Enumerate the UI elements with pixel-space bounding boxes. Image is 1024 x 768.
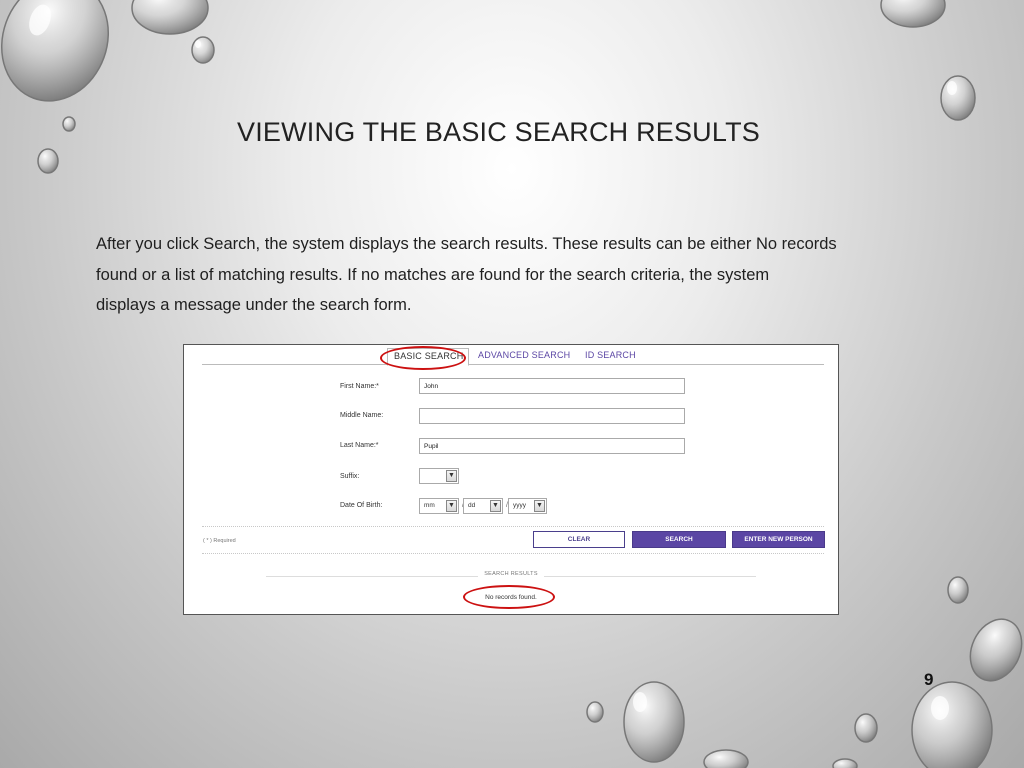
suffix-select[interactable]: ▼ [419,468,459,484]
dob-year-value: yyyy [513,502,526,509]
chevron-down-icon: ▼ [534,500,545,512]
divider [202,526,824,527]
tab-basic-search[interactable]: BASIC SEARCH [387,348,470,366]
required-note: ( * ) Required [203,538,236,544]
clear-button[interactable]: CLEAR [533,531,625,548]
suffix-label: Suffix: [340,473,360,480]
search-results-heading-text: SEARCH RESULTS [478,571,544,577]
chevron-down-icon: ▼ [446,500,457,512]
search-tabs: BASIC SEARCH ADVANCED SEARCH ID SEARCH [184,345,838,366]
dob-month-select[interactable]: mm ▼ [419,498,459,514]
last-name-label: Last Name:* [340,442,379,449]
tab-advanced-search[interactable]: ADVANCED SEARCH [478,350,570,360]
search-form-screenshot: BASIC SEARCH ADVANCED SEARCH ID SEARCH F… [183,344,839,615]
middle-name-label: Middle Name: [340,412,384,419]
dob-year-select[interactable]: yyyy ▼ [508,498,547,514]
enter-new-person-button[interactable]: ENTER NEW PERSON [732,531,825,548]
chevron-down-icon: ▼ [490,500,501,512]
body-line: found or a list of matching results. If … [96,265,770,284]
dob-month-value: mm [424,502,435,509]
slide-title: VIEWING THE BASIC SEARCH RESULTS [237,117,760,147]
search-button[interactable]: SEARCH [632,531,726,548]
first-name-label: First Name:* [340,383,379,390]
tab-underline [202,364,824,365]
divider [202,553,824,554]
body-line: displays a message under the search form… [96,296,412,314]
dob-day-value: dd [468,502,476,509]
search-results-heading: SEARCH RESULTS [184,571,838,577]
tab-id-search[interactable]: ID SEARCH [585,350,636,360]
dob-day-select[interactable]: dd ▼ [463,498,503,514]
middle-name-input[interactable] [419,408,685,424]
dob-label: Date Of Birth: [340,502,383,509]
first-name-input[interactable] [419,378,685,394]
slide-body: After you click Search, the system displ… [96,229,956,321]
chevron-down-icon: ▼ [446,470,457,482]
no-records-message: No records found. [485,594,537,601]
page-number: 9 [924,670,934,689]
body-line: After you click Search, the system displ… [96,235,837,253]
last-name-input[interactable] [419,438,685,454]
